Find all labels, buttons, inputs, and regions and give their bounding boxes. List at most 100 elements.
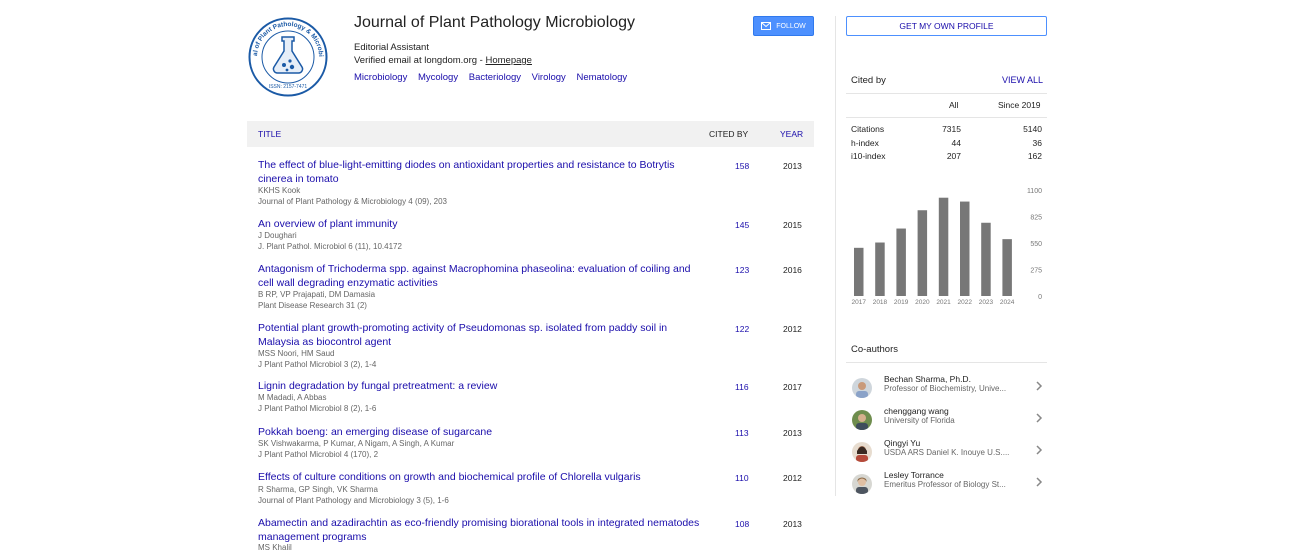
sort-by-year[interactable]: YEAR — [780, 129, 803, 139]
column-since: Since 2019 — [998, 100, 1041, 110]
article-venue: J. Plant Pathol. Microbiol 6 (11), 10.41… — [258, 242, 402, 251]
stat-all: 44 — [951, 138, 961, 148]
article-title[interactable]: Antagonism of Trichoderma spp. against M… — [258, 263, 708, 290]
article-authors: B RP, VP Prajapati, DM Damasia — [258, 290, 376, 299]
avatar — [852, 442, 872, 462]
article-authors: SK Vishwakarma, P Kumar, A Nigam, A Sing… — [258, 439, 455, 448]
stat-all: 7315 — [942, 124, 961, 134]
y-tick-label: 275 — [1030, 268, 1042, 275]
avatar — [852, 378, 872, 398]
y-tick-label: 825 — [1030, 215, 1042, 222]
get-my-own-profile-button[interactable]: GET MY OWN PROFILE — [846, 16, 1047, 36]
view-all-link[interactable]: VIEW ALL — [1002, 75, 1043, 85]
article-venue: J Plant Pathol Microbiol 3 (2), 1-4 — [258, 360, 377, 369]
x-tick-label: 2019 — [894, 299, 909, 306]
article-authors: MS Khalil — [258, 543, 292, 552]
coauthor-name: Lesley Torrance — [884, 470, 944, 480]
article-cited-by[interactable]: 145 — [735, 220, 749, 230]
chevron-right-icon — [1036, 413, 1043, 423]
article-venue: J Plant Pathol Microbiol 8 (2), 1-6 — [258, 404, 377, 413]
bar-2022[interactable] — [960, 201, 970, 296]
article-cited-by[interactable]: 116 — [735, 382, 749, 392]
coauthor-affiliation: Emeritus Professor of Biology St... — [884, 480, 1006, 489]
bar-2020[interactable] — [917, 210, 928, 296]
article-cited-by[interactable]: 108 — [735, 519, 749, 529]
interest-link[interactable]: Virology — [532, 72, 566, 83]
interest-link[interactable]: Bacteriology — [469, 72, 521, 83]
articles-table-header: TITLE CITED BY YEAR — [247, 121, 814, 147]
column-all: All — [949, 100, 959, 110]
stat-since: 36 — [1032, 138, 1042, 148]
coauthor-affiliation: University of Florida — [884, 416, 955, 425]
article-title[interactable]: Pokkah boeng: an emerging disease of sug… — [258, 426, 708, 440]
research-interests: Microbiology Mycology Bacteriology Virol… — [354, 72, 635, 83]
article-title[interactable]: An overview of plant immunity — [258, 218, 708, 232]
journal-logo: Journal of Plant Pathology & Microbiolog… — [246, 12, 328, 97]
interest-link[interactable]: Microbiology — [354, 72, 407, 83]
article-year: 2012 — [783, 324, 802, 334]
x-tick-label: 2020 — [915, 299, 930, 306]
article-cited-by[interactable]: 158 — [735, 161, 749, 171]
email-text: Verified email at longdom.org - — [354, 55, 486, 66]
article-year: 2013 — [783, 519, 802, 529]
interest-link[interactable]: Nematology — [576, 72, 627, 83]
article-year: 2017 — [783, 382, 802, 392]
bar-2017[interactable] — [854, 247, 864, 296]
y-tick-label: 550 — [1030, 241, 1042, 248]
coauthor-item[interactable]: chenggang wang University of Florida — [846, 406, 1047, 436]
bar-2019[interactable] — [896, 228, 906, 296]
article-title[interactable]: Abamectin and azadirachtin as eco-friend… — [258, 517, 708, 544]
article-cited-by[interactable]: 122 — [735, 324, 749, 334]
cited-by-header[interactable]: CITED BY — [709, 129, 748, 139]
homepage-link[interactable]: Homepage — [485, 55, 531, 66]
article-authors: KKHS Kook — [258, 186, 301, 195]
bar-2024[interactable] — [1002, 239, 1012, 296]
y-tick-label: 0 — [1038, 294, 1042, 301]
coauthor-item[interactable]: Qingyi Yu USDA ARS Daniel K. Inouye U.S.… — [846, 438, 1047, 468]
article-venue: J Plant Pathol Microbiol 4 (170), 2 — [258, 450, 379, 459]
article-title[interactable]: The effect of blue-light-emitting diodes… — [258, 159, 708, 186]
article-title[interactable]: Potential plant growth-promoting activit… — [258, 322, 708, 349]
profile-name: Journal of Plant Pathology Microbiology — [354, 14, 636, 31]
divider — [846, 117, 1047, 118]
article-year: 2013 — [783, 428, 802, 438]
article-year: 2013 — [783, 161, 802, 171]
bar-2018[interactable] — [875, 242, 885, 296]
follow-button[interactable]: FOLLOW — [753, 16, 814, 36]
article-year: 2016 — [783, 265, 802, 275]
article-venue: Journal of Plant Pathology & Microbiolog… — [258, 197, 447, 206]
x-tick-label: 2018 — [873, 299, 888, 306]
stat-label: h-index — [851, 138, 879, 148]
article-cited-by[interactable]: 110 — [735, 473, 749, 483]
avatar — [852, 474, 872, 494]
cited-by-heading: Cited by — [851, 75, 886, 86]
stat-label: i10-index — [851, 151, 886, 161]
logo-issn: ISSN: 2157-7471 — [269, 84, 308, 90]
coauthors-heading: Co-authors — [851, 344, 898, 355]
stat-since: 5140 — [1023, 124, 1042, 134]
x-tick-label: 2024 — [1000, 299, 1015, 306]
article-venue: Plant Disease Research 31 (2) — [258, 301, 367, 310]
article-authors: J Doughari — [258, 231, 297, 240]
article-title[interactable]: Effects of culture conditions on growth … — [258, 471, 708, 485]
article-cited-by[interactable]: 123 — [735, 265, 749, 275]
article-cited-by[interactable]: 113 — [735, 428, 749, 438]
coauthor-item[interactable]: Lesley Torrance Emeritus Professor of Bi… — [846, 470, 1047, 500]
article-authors: MSS Noori, HM Saud — [258, 349, 335, 358]
divider — [846, 362, 1047, 363]
panel-divider — [835, 16, 836, 496]
chevron-right-icon — [1036, 477, 1043, 487]
chevron-right-icon — [1036, 445, 1043, 455]
profile-email: Verified email at longdom.org - Homepage — [354, 55, 532, 66]
sort-by-title[interactable]: TITLE — [258, 129, 281, 139]
coauthor-item[interactable]: Bechan Sharma, Ph.D. Professor of Bioche… — [846, 374, 1047, 404]
bar-2021[interactable] — [938, 197, 949, 296]
x-tick-label: 2021 — [936, 299, 951, 306]
coauthor-name: chenggang wang — [884, 406, 949, 416]
interest-link[interactable]: Mycology — [418, 72, 458, 83]
bar-2023[interactable] — [981, 222, 991, 296]
article-title[interactable]: Lignin degradation by fungal pretreatmen… — [258, 380, 708, 394]
mail-icon — [761, 22, 772, 30]
coauthor-name: Qingyi Yu — [884, 438, 921, 448]
stat-since: 162 — [1027, 151, 1042, 161]
